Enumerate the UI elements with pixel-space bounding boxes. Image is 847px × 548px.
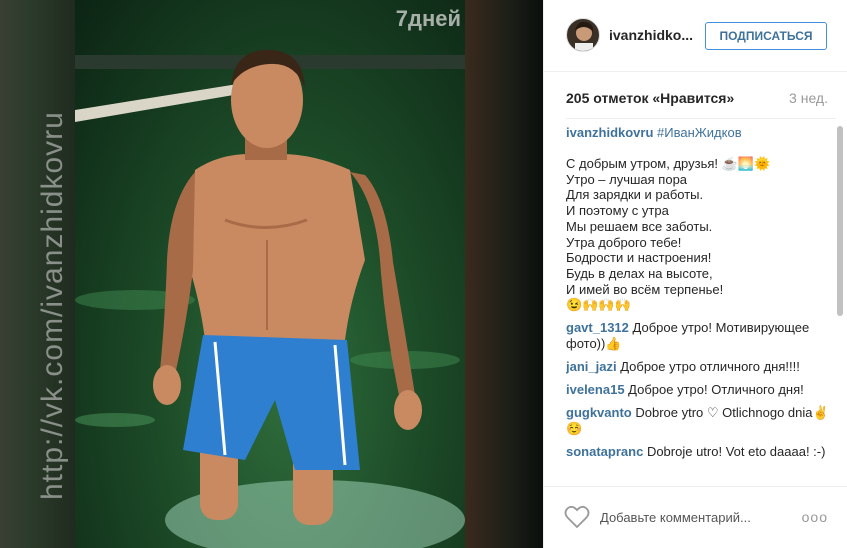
comment-item: jani_jazi Доброе утро отличного дня!!!! (566, 359, 836, 375)
post-header: ivanzhidko... ПОДПИСАТЬСЯ (544, 0, 847, 72)
comment-username[interactable]: sonatapranc (566, 444, 643, 459)
likes-row: 205 отметок «Нравится» 3 нед. (566, 90, 828, 110)
blue-swim-shorts (183, 335, 360, 470)
follow-button[interactable]: ПОДПИСАТЬСЯ (705, 22, 827, 50)
comment-item: ivelena15 Доброе утро! Отличного дня! (566, 382, 836, 398)
caption-line: Мы решаем все заботы. (566, 218, 713, 234)
vk-watermark: http://vk.com/ivanzhidkovru (36, 111, 69, 500)
caption-line: Будь в делах на высоте, (566, 265, 713, 281)
like-heart-icon[interactable] (564, 505, 590, 529)
caption-username[interactable]: ivanzhidkovru (566, 125, 653, 140)
add-comment-input[interactable] (600, 507, 780, 527)
caption-line: Утра доброго тебе! (566, 234, 682, 250)
comment-item: sonatapranc Dobroje utro! Vot eto daaaa!… (566, 444, 836, 460)
comment-bar: ooo (544, 486, 847, 548)
man-in-pool-illustration (75, 49, 465, 548)
caption-line: И имей во всём терпенье! (566, 281, 724, 297)
photo-blur-right (465, 0, 543, 548)
comment-text: Доброе утро отличного дня!!!! (620, 359, 800, 375)
post-image[interactable]: 7дней (75, 0, 465, 548)
post-photo-area: http://vk.com/ivanzhidkovru 7дней (0, 0, 543, 548)
comment-item: gavt_1312 Доброе утро! Мотивирующее фото… (566, 320, 836, 352)
avatar[interactable] (566, 18, 600, 52)
comment-username[interactable]: ivelena15 (566, 382, 625, 397)
caption-line: Утро – лучшая пора (566, 171, 688, 187)
post-sidebar: ivanzhidko... ПОДПИСАТЬСЯ 205 отметок «Н… (543, 0, 847, 548)
header-username-link[interactable]: ivanzhidko... (609, 27, 693, 43)
caption-hashtag[interactable]: #ИванЖидков (657, 125, 742, 140)
caption-text: С добрым утром, друзья! ☕🌅🌞 Утро – лучша… (566, 156, 836, 313)
caption: ivanzhidkovru #ИванЖидков С добрым утром… (566, 125, 836, 313)
comments-scrollbar[interactable] (837, 126, 843, 316)
comment-text: Доброе утро! Отличного дня! (628, 382, 804, 398)
post-timestamp[interactable]: 3 нед. (789, 90, 828, 106)
caption-line: 😉🙌🙌🙌 (566, 297, 631, 313)
avatar-photo-icon (575, 21, 594, 51)
caption-line: И поэтому с утра (566, 203, 669, 219)
comment-username[interactable]: jani_jazi (566, 359, 617, 374)
comment-username[interactable]: gavt_1312 (566, 320, 629, 335)
comment-item: gugkvanto Dobroe ytro ♡ Otlichnogo dnia✌… (566, 405, 836, 437)
comment-username[interactable]: gugkvanto (566, 405, 632, 420)
caption-line: С добрым утром, друзья! ☕🌅🌞 (566, 156, 771, 171)
caption-line: Бодрости и настроения! (566, 250, 712, 266)
comment-text: Dobroje utro! Vot eto daaaa! :-) (646, 444, 826, 460)
caption-line: Для зарядки и работы. (566, 187, 704, 203)
comments-list[interactable]: ivanzhidkovru #ИванЖидков С добрым утром… (566, 118, 836, 488)
likes-count[interactable]: 205 отметок «Нравится» (566, 90, 734, 106)
more-options-icon[interactable]: ooo (802, 509, 828, 525)
magazine-watermark: 7дней (395, 6, 461, 31)
